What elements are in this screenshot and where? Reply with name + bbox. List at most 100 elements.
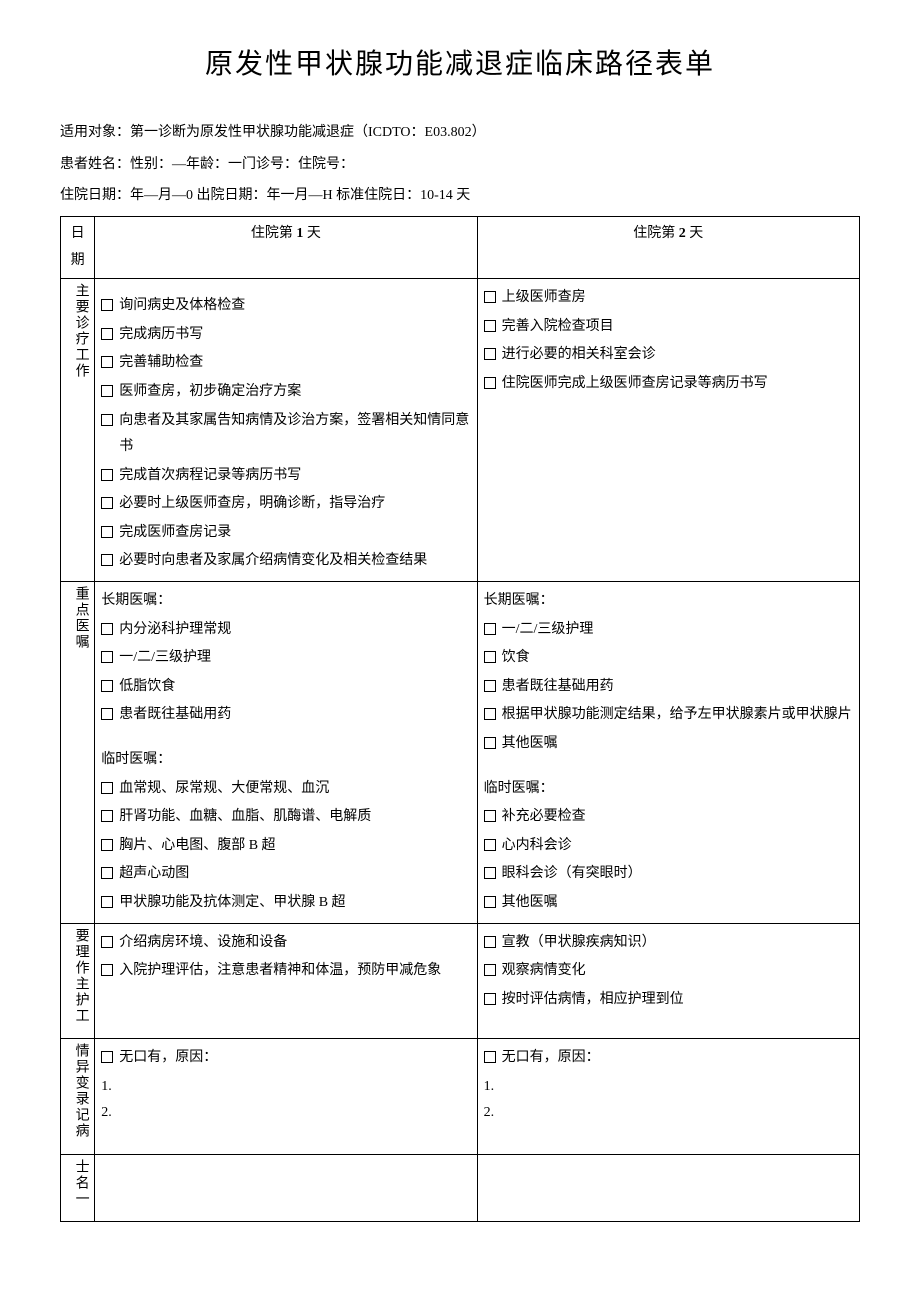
- checkbox-icon[interactable]: [484, 651, 496, 663]
- list-item: 低脂饮食: [101, 674, 470, 701]
- label-nursing: 要理作主护工: [61, 923, 95, 1039]
- label-signature: 士名一: [61, 1154, 95, 1222]
- variation-line-2: 2.: [101, 1100, 470, 1127]
- list-item: 肝肾功能、血糖、血脂、肌酶谱、电解质: [101, 804, 470, 831]
- list-item: 入院护理评估，注意患者精神和体温，预防甲减危象: [101, 958, 470, 985]
- checkbox-icon[interactable]: [101, 936, 113, 948]
- variation-line-1: 1.: [101, 1074, 470, 1101]
- list-item: 医师查房，初步确定治疗方案: [101, 379, 470, 406]
- checkbox-icon[interactable]: [101, 782, 113, 794]
- row-signature: 士名一: [61, 1154, 860, 1222]
- list-item: 完善辅助检查: [101, 350, 470, 377]
- label-main-work: 主要诊疗工作: [61, 279, 95, 582]
- checkbox-icon[interactable]: [101, 328, 113, 340]
- checkbox-icon[interactable]: [484, 348, 496, 360]
- header-day1: 住院第 1 天: [95, 216, 477, 278]
- checkbox-icon[interactable]: [484, 291, 496, 303]
- long-orders-title: 长期医嘱：: [484, 588, 853, 615]
- meta-applicable: 适用对象：第一诊断为原发性甲状腺功能减退症（ICDTO：E03.802）: [60, 120, 860, 145]
- checkbox-icon[interactable]: [484, 1051, 496, 1063]
- list-item: 完成医师查房记录: [101, 520, 470, 547]
- cell-day2-main-work: 上级医师查房 完善入院检查项目 进行必要的相关科室会诊 住院医师完成上级医师查房…: [477, 279, 859, 582]
- list-item: 患者既往基础用药: [484, 674, 853, 701]
- checkbox-icon[interactable]: [484, 839, 496, 851]
- cell-day1-signature: [95, 1154, 477, 1222]
- variation-line-1: 1.: [484, 1074, 853, 1101]
- list-item: 完善入院检查项目: [484, 314, 853, 341]
- checkbox-icon[interactable]: [484, 680, 496, 692]
- checkbox-icon[interactable]: [484, 993, 496, 1005]
- cell-day2-orders: 长期医嘱： 一/二/三级护理 饮食 患者既往基础用药 根据甲状腺功能测定结果，给…: [477, 582, 859, 924]
- label-orders: 重点医嘱: [61, 582, 95, 924]
- checkbox-icon[interactable]: [484, 896, 496, 908]
- list-item: 进行必要的相关科室会诊: [484, 342, 853, 369]
- list-item: 补充必要检查: [484, 804, 853, 831]
- list-item: 向患者及其家属告知病情及诊治方案，签署相关知情同意书: [101, 408, 470, 461]
- checkbox-icon[interactable]: [101, 414, 113, 426]
- list-item: 询问病史及体格检查: [101, 293, 470, 320]
- checkbox-icon[interactable]: [484, 810, 496, 822]
- list-item: 一/二/三级护理: [484, 617, 853, 644]
- table-header-row: 日期 住院第 1 天 住院第 2 天: [61, 216, 860, 278]
- variation-line-2: 2.: [484, 1100, 853, 1127]
- checkbox-icon[interactable]: [101, 526, 113, 538]
- list-item: 患者既往基础用药: [101, 702, 470, 729]
- row-nursing: 要理作主护工 介绍病房环境、设施和设备 入院护理评估，注意患者精神和体温，预防甲…: [61, 923, 860, 1039]
- checkbox-icon[interactable]: [484, 964, 496, 976]
- checkbox-icon[interactable]: [484, 737, 496, 749]
- temp-orders-title: 临时医嘱：: [484, 776, 853, 803]
- list-item: 完成病历书写: [101, 322, 470, 349]
- checkbox-icon[interactable]: [101, 469, 113, 481]
- row-orders: 重点医嘱 长期医嘱： 内分泌科护理常规 一/二/三级护理 低脂饮食 患者既往基础…: [61, 582, 860, 924]
- list-item: 根据甲状腺功能测定结果，给予左甲状腺素片或甲状腺片: [484, 702, 853, 729]
- checkbox-icon[interactable]: [484, 377, 496, 389]
- checkbox-icon[interactable]: [101, 299, 113, 311]
- checkbox-icon[interactable]: [484, 708, 496, 720]
- checkbox-icon[interactable]: [101, 964, 113, 976]
- checkbox-icon[interactable]: [101, 708, 113, 720]
- cell-day1-main-work: 询问病史及体格检查 完成病历书写 完善辅助检查 医师查房，初步确定治疗方案 向患…: [95, 279, 477, 582]
- cell-day2-nursing: 宣教（甲状腺疾病知识） 观察病情变化 按时评估病情，相应护理到位: [477, 923, 859, 1039]
- checkbox-icon[interactable]: [101, 497, 113, 509]
- list-item: 无口有，原因：: [101, 1045, 470, 1072]
- clinical-path-table: 日期 住院第 1 天 住院第 2 天 主要诊疗工作 询问病史及体格检查 完成病历…: [60, 216, 860, 1222]
- cell-day1-orders: 长期医嘱： 内分泌科护理常规 一/二/三级护理 低脂饮食 患者既往基础用药 临时…: [95, 582, 477, 924]
- checkbox-icon[interactable]: [101, 651, 113, 663]
- checkbox-icon[interactable]: [484, 623, 496, 635]
- checkbox-icon[interactable]: [101, 1051, 113, 1063]
- list-item: 上级医师查房: [484, 285, 853, 312]
- list-item: 住院医师完成上级医师查房记录等病历书写: [484, 371, 853, 398]
- list-item: 其他医嘱: [484, 890, 853, 917]
- list-item: 观察病情变化: [484, 958, 853, 985]
- checkbox-icon[interactable]: [484, 320, 496, 332]
- header-day2: 住院第 2 天: [477, 216, 859, 278]
- document-title: 原发性甲状腺功能减退症临床路径表单: [60, 40, 860, 90]
- list-item: 内分泌科护理常规: [101, 617, 470, 644]
- checkbox-icon[interactable]: [101, 896, 113, 908]
- checkbox-icon[interactable]: [484, 867, 496, 879]
- list-item: 超声心动图: [101, 861, 470, 888]
- list-item: 饮食: [484, 645, 853, 672]
- list-item: 完成首次病程记录等病历书写: [101, 463, 470, 490]
- temp-orders-title: 临时医嘱：: [101, 747, 470, 774]
- list-item: 宣教（甲状腺疾病知识）: [484, 930, 853, 957]
- checkbox-icon[interactable]: [101, 623, 113, 635]
- list-item: 其他医嘱: [484, 731, 853, 758]
- checkbox-icon[interactable]: [101, 356, 113, 368]
- cell-day1-nursing: 介绍病房环境、设施和设备 入院护理评估，注意患者精神和体温，预防甲减危象: [95, 923, 477, 1039]
- cell-day2-variation: 无口有，原因： 1. 2.: [477, 1039, 859, 1155]
- cell-day1-variation: 无口有，原因： 1. 2.: [95, 1039, 477, 1155]
- long-orders-title: 长期医嘱：: [101, 588, 470, 615]
- list-item: 血常规、尿常规、大便常规、血沉: [101, 776, 470, 803]
- header-date: 日期: [61, 216, 95, 278]
- checkbox-icon[interactable]: [101, 867, 113, 879]
- list-item: 一/二/三级护理: [101, 645, 470, 672]
- checkbox-icon[interactable]: [101, 680, 113, 692]
- cell-day2-signature: [477, 1154, 859, 1222]
- checkbox-icon[interactable]: [101, 810, 113, 822]
- checkbox-icon[interactable]: [484, 936, 496, 948]
- checkbox-icon[interactable]: [101, 385, 113, 397]
- checkbox-icon[interactable]: [101, 554, 113, 566]
- checkbox-icon[interactable]: [101, 839, 113, 851]
- meta-dates: 住院日期：年—月—0 出院日期：年一月—H 标准住院日：10-14 天: [60, 183, 860, 208]
